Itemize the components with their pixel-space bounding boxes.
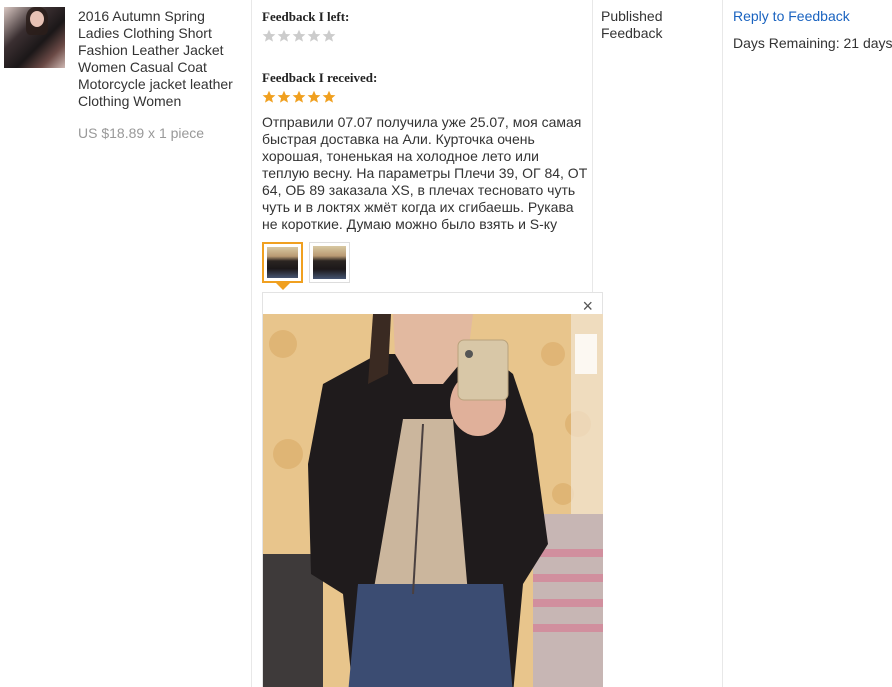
review-photo-thumb-2[interactable]: [309, 242, 350, 283]
feedback-left-stars: [262, 29, 336, 43]
feedback-received-stars: [262, 90, 336, 104]
star-icon: [292, 29, 306, 43]
column-divider: [251, 0, 252, 687]
product-title[interactable]: 2016 Autumn Spring Ladies Clothing Short…: [78, 8, 248, 110]
feedback-status: Published Feedback: [601, 8, 663, 41]
star-icon: [322, 29, 336, 43]
star-icon: [262, 29, 276, 43]
star-icon: [292, 90, 306, 104]
reply-to-feedback-link[interactable]: Reply to Feedback: [733, 8, 850, 24]
star-icon: [262, 90, 276, 104]
review-photo-illustration: [263, 314, 603, 687]
photo-preview-panel: ×: [262, 292, 603, 687]
review-photo-large: [263, 314, 603, 687]
days-remaining: Days Remaining: 21 days: [733, 35, 892, 51]
star-icon: [277, 29, 291, 43]
review-photo-thumb-1[interactable]: [262, 242, 303, 283]
star-icon: [307, 29, 321, 43]
review-photo-thumb-image: [267, 247, 298, 278]
product-image-face: [30, 11, 44, 27]
product-image[interactable]: [4, 7, 65, 68]
thumb-pointer-icon: [276, 283, 290, 290]
review-text: Отправили 07.07 получила уже 25.07, моя …: [262, 114, 588, 232]
star-icon: [277, 90, 291, 104]
review-photo-thumb-image: [313, 246, 346, 279]
product-price: US $18.89 x 1 piece: [78, 125, 205, 141]
close-icon[interactable]: ×: [582, 297, 593, 315]
feedback-received-heading: Feedback I received:: [262, 70, 378, 85]
star-icon: [307, 90, 321, 104]
star-icon: [322, 90, 336, 104]
column-divider: [722, 0, 723, 687]
feedback-left-heading: Feedback I left:: [262, 9, 350, 24]
